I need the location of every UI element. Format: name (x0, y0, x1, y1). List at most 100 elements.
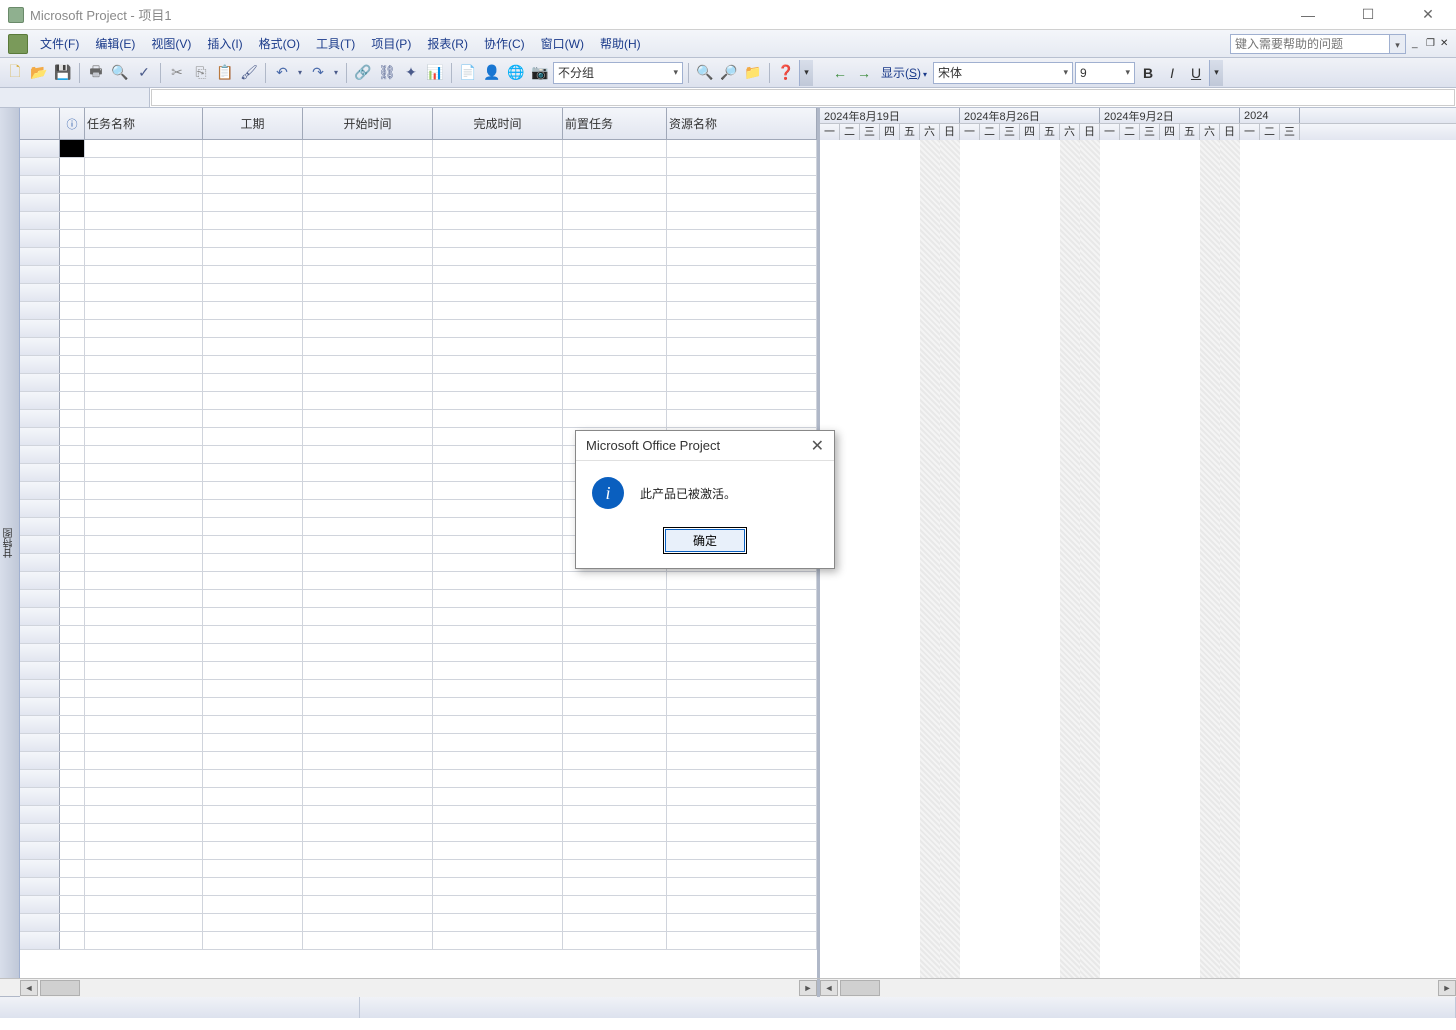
cell-start[interactable] (303, 752, 433, 769)
cell-finish[interactable] (433, 338, 563, 355)
maximize-button[interactable]: ☐ (1348, 3, 1388, 27)
undo-button[interactable]: ↶ (271, 62, 293, 84)
cell-duration[interactable] (203, 230, 303, 247)
cell-duration[interactable] (203, 752, 303, 769)
cell-resources[interactable] (667, 590, 817, 607)
menu-file[interactable]: 文件(F) (32, 31, 87, 56)
cell-indicators[interactable] (60, 734, 85, 751)
row-header[interactable] (20, 932, 60, 949)
cell-task-name[interactable] (85, 734, 203, 751)
cell-task-name[interactable] (85, 788, 203, 805)
cell-duration[interactable] (203, 734, 303, 751)
row-header[interactable] (20, 716, 60, 733)
cell-duration[interactable] (203, 680, 303, 697)
row-header[interactable] (20, 320, 60, 337)
outdent-button[interactable]: ← (829, 62, 851, 84)
cell-finish[interactable] (433, 248, 563, 265)
row-header[interactable] (20, 842, 60, 859)
scroll-left-button[interactable]: ◄ (820, 980, 838, 996)
task-notes-button[interactable]: 📄 (457, 62, 479, 84)
cell-finish[interactable] (433, 266, 563, 283)
cell-finish[interactable] (433, 590, 563, 607)
cell-start[interactable] (303, 608, 433, 625)
close-button[interactable]: ✕ (1408, 3, 1448, 27)
cell-start[interactable] (303, 770, 433, 787)
cell-start[interactable] (303, 914, 433, 931)
cell-duration[interactable] (203, 698, 303, 715)
row-header[interactable] (20, 860, 60, 877)
cell-duration[interactable] (203, 266, 303, 283)
cell-task-name[interactable] (85, 608, 203, 625)
table-row[interactable] (20, 140, 817, 158)
table-row[interactable] (20, 158, 817, 176)
cell-task-name[interactable] (85, 158, 203, 175)
cell-task-name[interactable] (85, 680, 203, 697)
open-button[interactable]: 📂 (28, 62, 50, 84)
cell-duration[interactable] (203, 572, 303, 589)
cell-predecessors[interactable] (563, 590, 667, 607)
table-row[interactable] (20, 284, 817, 302)
cell-duration[interactable] (203, 284, 303, 301)
menu-view[interactable]: 视图(V) (143, 31, 199, 56)
row-header[interactable] (20, 608, 60, 625)
cell-resources[interactable] (667, 338, 817, 355)
cell-duration[interactable] (203, 824, 303, 841)
task-info-button[interactable]: 📊 (424, 62, 446, 84)
cell-predecessors[interactable] (563, 680, 667, 697)
cell-task-name[interactable] (85, 842, 203, 859)
zoom-out-button[interactable]: 🔎 (718, 62, 740, 84)
cell-indicators[interactable] (60, 878, 85, 895)
cell-resources[interactable] (667, 932, 817, 949)
doc-min-button[interactable]: _ (1412, 38, 1424, 50)
cell-predecessors[interactable] (563, 806, 667, 823)
cell-finish[interactable] (433, 770, 563, 787)
cell-predecessors[interactable] (563, 230, 667, 247)
cell-start[interactable] (303, 410, 433, 427)
cell-task-name[interactable] (85, 914, 203, 931)
cell-resources[interactable] (667, 374, 817, 391)
cell-resources[interactable] (667, 176, 817, 193)
gantt-timescale[interactable]: 2024年8月19日2024年8月26日2024年9月2日2024 一二三四五六… (820, 108, 1456, 140)
row-header[interactable] (20, 338, 60, 355)
cell-task-name[interactable] (85, 716, 203, 733)
cell-task-name[interactable] (85, 428, 203, 445)
cell-finish[interactable] (433, 410, 563, 427)
menu-edit[interactable]: 编辑(E) (87, 31, 143, 56)
cell-task-name[interactable] (85, 212, 203, 229)
cell-start[interactable] (303, 878, 433, 895)
help-search-dropdown[interactable]: ▾ (1390, 34, 1406, 54)
table-row[interactable] (20, 338, 817, 356)
cell-resources[interactable] (667, 662, 817, 679)
cell-predecessors[interactable] (563, 716, 667, 733)
copy-picture-button[interactable]: 📷 (529, 62, 551, 84)
cell-task-name[interactable] (85, 752, 203, 769)
cell-start[interactable] (303, 824, 433, 841)
cell-resources[interactable] (667, 698, 817, 715)
cell-finish[interactable] (433, 536, 563, 553)
cell-resources[interactable] (667, 824, 817, 841)
table-row[interactable] (20, 896, 817, 914)
cell-predecessors[interactable] (563, 698, 667, 715)
cell-predecessors[interactable] (563, 914, 667, 931)
row-header[interactable] (20, 356, 60, 373)
cell-indicators[interactable] (60, 446, 85, 463)
cell-start[interactable] (303, 338, 433, 355)
cell-task-name[interactable] (85, 410, 203, 427)
row-header[interactable] (20, 176, 60, 193)
task-hscroll[interactable]: ◄ ► (20, 979, 820, 997)
cell-task-name[interactable] (85, 860, 203, 877)
cell-task-name[interactable] (85, 572, 203, 589)
cell-resources[interactable] (667, 284, 817, 301)
cell-duration[interactable] (203, 464, 303, 481)
cell-predecessors[interactable] (563, 392, 667, 409)
cell-task-name[interactable] (85, 698, 203, 715)
undo-dropdown[interactable]: ▾ (295, 62, 305, 84)
cell-resources[interactable] (667, 608, 817, 625)
cell-predecessors[interactable] (563, 194, 667, 211)
cell-start[interactable] (303, 842, 433, 859)
cell-duration[interactable] (203, 860, 303, 877)
cell-start[interactable] (303, 554, 433, 571)
gantt-chart-area[interactable] (820, 140, 1456, 978)
cell-start[interactable] (303, 158, 433, 175)
cell-task-name[interactable] (85, 464, 203, 481)
